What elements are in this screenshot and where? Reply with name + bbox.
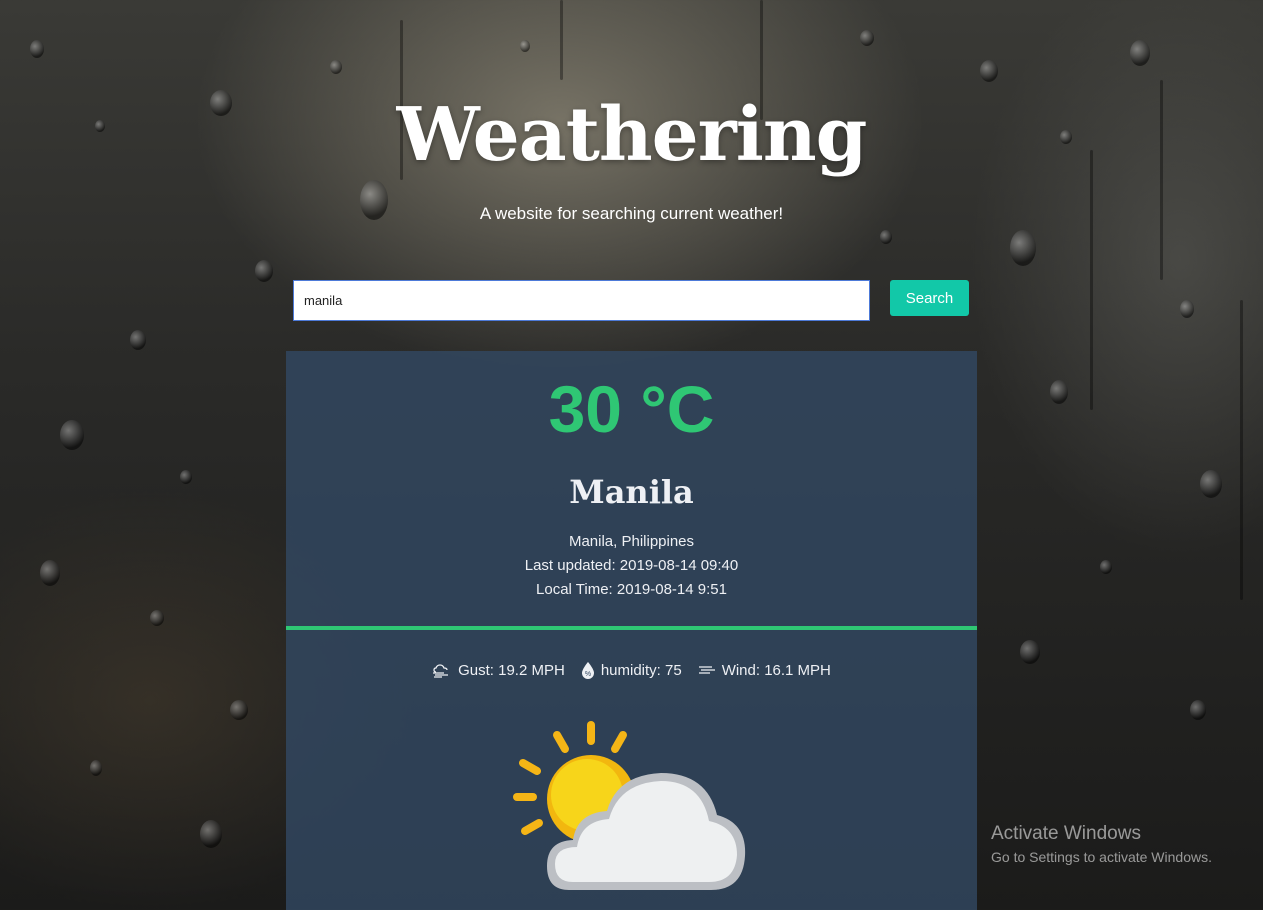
svg-text:%: % (585, 671, 591, 678)
site-subtitle: A website for searching current weather! (479, 204, 784, 223)
activate-windows-subtitle: Go to Settings to activate Windows. (991, 849, 1212, 865)
humidity-value: humidity: 75 (600, 661, 682, 679)
wind-icon (698, 663, 716, 677)
location-text: Manila, Philippines (568, 533, 695, 550)
city-name: Manila (569, 473, 694, 511)
activate-windows-watermark: Activate Windows Go to Settings to activ… (991, 823, 1212, 865)
search-input[interactable] (293, 280, 870, 321)
card-divider (286, 626, 977, 630)
wind-value: Wind: 16.1 MPH (721, 661, 831, 679)
humidity-drop-icon: % (581, 661, 595, 679)
site-title: Weathering (396, 92, 868, 178)
temperature: 30 °C (548, 372, 715, 446)
partly-cloudy-icon (511, 719, 751, 910)
activate-windows-title: Activate Windows (991, 823, 1141, 844)
gust-value: Gust: 19.2 MPH (458, 661, 565, 679)
gust-icon (432, 662, 452, 678)
last-updated-text: Last updated: 2019-08-14 09:40 (524, 557, 739, 574)
wind-stat: Wind: 16.1 MPH (698, 661, 831, 679)
local-time-text: Local Time: 2019-08-14 9:51 (536, 581, 727, 598)
gust-stat: Gust: 19.2 MPH (432, 661, 565, 679)
search-button[interactable]: Search (890, 280, 969, 316)
weather-stats: Gust: 19.2 MPH % humidity: 75 Wind: 16.1… (286, 661, 977, 679)
weather-card: 30 °C Manila Manila, Philippines Last up… (286, 351, 977, 910)
humidity-stat: % humidity: 75 (581, 661, 682, 679)
